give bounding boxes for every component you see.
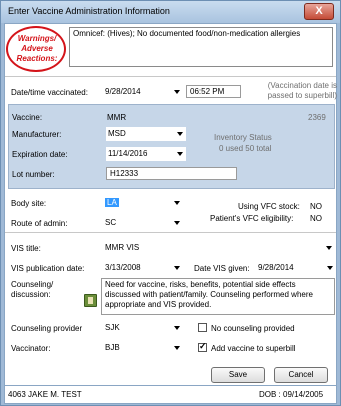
inventory-status-title: Inventory Status	[214, 133, 272, 142]
warnings-label: Warnings/ Adverse Reactions:	[16, 34, 58, 63]
lot-number-label: Lot number:	[12, 170, 55, 179]
divider	[5, 76, 336, 77]
vfc-eligibility-value: NO	[310, 214, 322, 223]
date-note: (Vaccination date is passed to superbill…	[267, 81, 337, 100]
no-counseling-checkbox[interactable]	[198, 323, 207, 332]
vaccine-code: 2369	[308, 113, 326, 122]
inventory-status-text: 0 used 50 total	[219, 144, 272, 153]
close-button[interactable]: X	[304, 3, 334, 20]
body-site-label: Body site:	[11, 199, 47, 208]
book-icon[interactable]	[84, 294, 97, 307]
add-to-superbill-checkbox[interactable]	[198, 341, 207, 352]
counseling-label: Counseling/ discussion:	[11, 280, 54, 299]
warnings-text: Omnicef: (Hives); No documented food/non…	[73, 29, 301, 38]
counseling-textarea[interactable]: Need for vaccine, risks, benefits, poten…	[101, 278, 335, 315]
date-vis-given-picker[interactable]: 9/28/2014	[256, 261, 336, 275]
cancel-button[interactable]: Cancel	[274, 367, 328, 383]
title-bar[interactable]: Enter Vaccine Administration Information…	[1, 1, 340, 23]
vfc-stock-value: NO	[310, 202, 322, 211]
chevron-down-icon[interactable]	[177, 132, 183, 136]
vis-publication-date-label: VIS publication date:	[11, 264, 85, 273]
vaccinator-dropdown[interactable]: BJB	[103, 341, 183, 355]
date-vaccinated-picker[interactable]: 9/28/2014	[103, 85, 183, 99]
vis-publication-date-picker[interactable]: 3/13/2008	[103, 261, 183, 275]
chevron-down-icon[interactable]	[174, 326, 180, 330]
warnings-textbox[interactable]: Omnicef: (Hives); No documented food/non…	[69, 27, 333, 67]
counseling-provider-dropdown[interactable]: SJK	[103, 321, 183, 335]
divider	[5, 232, 336, 233]
window-title: Enter Vaccine Administration Information	[8, 6, 170, 16]
close-icon: X	[315, 5, 323, 17]
dialog-window: Enter Vaccine Administration Information…	[0, 0, 341, 406]
save-button[interactable]: Save	[211, 367, 265, 383]
dialog-body: Warnings/ Adverse Reactions: Omnicef: (H…	[4, 23, 337, 404]
lot-number-field[interactable]: H12333	[106, 167, 237, 180]
time-vaccinated-field[interactable]: 06:52 PM	[186, 85, 241, 98]
chevron-down-icon[interactable]	[174, 201, 180, 205]
chevron-down-icon[interactable]	[174, 221, 180, 225]
body-site-dropdown[interactable]: LA	[103, 196, 183, 210]
manufacturer-label: Manufacturer:	[12, 130, 62, 139]
route-dropdown[interactable]: SC	[103, 216, 183, 230]
patient-dob: DOB : 09/14/2005	[259, 390, 324, 399]
chevron-down-icon[interactable]	[174, 266, 180, 270]
vaccine-panel: Vaccine: MMR 2369 Manufacturer: MSD Inve…	[8, 104, 335, 189]
counseling-provider-label: Counseling provider	[11, 324, 83, 333]
expiration-label: Expiration date:	[12, 150, 68, 159]
chevron-down-icon[interactable]	[174, 346, 180, 350]
no-counseling-label: No counseling provided	[211, 324, 295, 333]
route-label: Route of admin:	[11, 219, 68, 228]
date-vaccinated-label: Date/time vaccinated:	[11, 88, 88, 97]
footer-divider	[5, 385, 336, 386]
date-vis-given-label: Date VIS given:	[194, 264, 250, 273]
vfc-stock-label: Using VFC stock:	[238, 202, 300, 211]
vis-title-dropdown[interactable]: MMR VIS	[103, 241, 335, 255]
manufacturer-dropdown[interactable]: MSD	[106, 127, 186, 141]
chevron-down-icon[interactable]	[326, 246, 332, 250]
vfc-eligibility-label: Patient's VFC eligibility:	[210, 214, 294, 223]
vis-title-label: VIS title:	[11, 244, 41, 253]
vaccinator-label: Vaccinator:	[11, 344, 51, 353]
expiration-date-picker[interactable]: 11/14/2016	[106, 147, 186, 161]
add-to-superbill-label: Add vaccine to superbill	[211, 344, 296, 353]
chevron-down-icon[interactable]	[177, 152, 183, 156]
patient-name: 4063 JAKE M. TEST	[8, 390, 82, 399]
vaccine-label: Vaccine:	[12, 113, 43, 122]
vaccine-value: MMR	[107, 113, 127, 122]
chevron-down-icon[interactable]	[327, 266, 333, 270]
chevron-down-icon[interactable]	[174, 90, 180, 94]
